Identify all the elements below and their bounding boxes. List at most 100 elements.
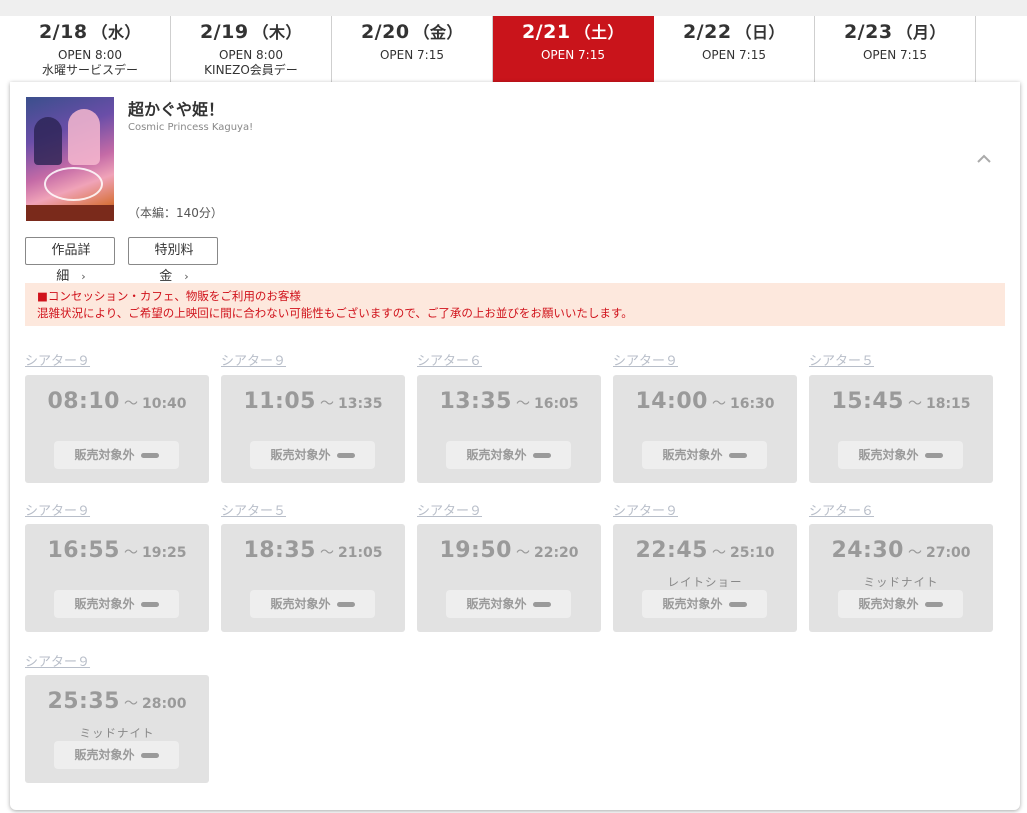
theater-link[interactable]: シアター９ <box>417 500 482 519</box>
date-tab-open: OPEN 8:00 <box>218 48 283 62</box>
sale-status-label: 販売対象外 <box>74 748 135 762</box>
tilde: ～ <box>907 545 922 561</box>
date-tab-6[interactable]: 2 KI <box>976 16 1027 82</box>
start-time: 11:05 <box>243 389 316 414</box>
date-tab-special: KI <box>976 48 1027 63</box>
date-tab-0[interactable]: 2/18 （水） OPEN 8:00 水曜サービスデー <box>10 16 171 82</box>
theater-link[interactable]: シアター５ <box>221 500 286 519</box>
showtime-tag: レイトショー <box>667 575 743 589</box>
date-tab-special: 水曜サービスデー <box>41 63 138 77</box>
showtime-tag: ミッドナイト <box>79 726 155 740</box>
date-tab-date: 2/19 <box>199 21 249 43</box>
theater-link[interactable]: シアター９ <box>221 350 286 369</box>
theater-link[interactable]: シアター９ <box>25 350 90 369</box>
minus-icon <box>140 753 159 758</box>
theater-link[interactable]: シアター９ <box>613 350 678 369</box>
poster-ring <box>44 167 103 201</box>
date-tab-open: OPEN 8:00 <box>57 48 122 62</box>
notice-line-2: 混雑状況により、ご希望の上映回に間に合わない可能性もございますので、ご了承の上お… <box>37 306 633 320</box>
showtime-slot[interactable]: 14:00 ～ 16:30 販売対象外 <box>613 375 797 483</box>
sale-status: 販売対象外 <box>54 590 179 618</box>
minus-icon <box>924 453 943 458</box>
sale-status-label: 販売対象外 <box>74 597 135 611</box>
start-time: 25:35 <box>47 689 120 714</box>
showtime-tag: ミッドナイト <box>863 575 939 589</box>
minus-icon <box>728 453 747 458</box>
showtime-slot[interactable]: 24:30 ～ 27:00 ミッドナイト 販売対象外 <box>809 524 993 632</box>
movie-poster[interactable] <box>26 97 114 221</box>
movie-runtime: （本編：140分） <box>128 206 223 220</box>
sale-status-label: 販売対象外 <box>270 597 331 611</box>
showtime-slot[interactable]: 08:10 ～ 10:40 販売対象外 <box>25 375 209 483</box>
minus-icon <box>336 453 355 458</box>
showtime-slot[interactable]: 19:50 ～ 22:20 販売対象外 <box>417 524 601 632</box>
theater-link[interactable]: シアター９ <box>25 651 90 670</box>
minus-icon <box>924 602 943 607</box>
end-time: 22:20 <box>533 545 579 561</box>
start-time: 08:10 <box>47 389 120 414</box>
date-tab-date: 2/21 <box>521 21 571 43</box>
sale-status: 販売対象外 <box>446 590 571 618</box>
tilde: ～ <box>319 545 334 561</box>
start-time: 19:50 <box>439 538 512 563</box>
theater-link[interactable]: シアター６ <box>809 500 874 519</box>
chevron-right-icon: › <box>81 270 86 283</box>
concession-notice: ■コンセッション・カフェ、物販をご利用のお客様 混雑状況により、ご希望の上映回に… <box>25 283 1005 326</box>
start-time: 24:30 <box>831 538 904 563</box>
date-tab-date: 2/18 <box>38 21 88 43</box>
date-tab-1[interactable]: 2/19 （木） OPEN 8:00 KINEZO会員デー <box>171 16 332 82</box>
showtime-slot[interactable]: 16:55 ～ 19:25 販売対象外 <box>25 524 209 632</box>
sale-status: 販売対象外 <box>838 441 963 469</box>
notice-line-1: ■コンセッション・カフェ、物販をご利用のお客様 <box>37 289 301 303</box>
showtime-slot[interactable]: 11:05 ～ 13:35 販売対象外 <box>221 375 405 483</box>
chevron-right-icon: › <box>184 270 189 283</box>
date-tab-4[interactable]: 2/22 （日） OPEN 7:15 <box>654 16 815 82</box>
showtime-slot[interactable]: 13:35 ～ 16:05 販売対象外 <box>417 375 601 483</box>
tilde: ～ <box>515 545 530 561</box>
sale-status-label: 販売対象外 <box>662 448 723 462</box>
date-tab-2[interactable]: 2/20 （金） OPEN 7:15 <box>332 16 493 82</box>
showtime-slot[interactable]: 25:35 ～ 28:00 ミッドナイト 販売対象外 <box>25 675 209 783</box>
theater-link[interactable]: シアター９ <box>25 500 90 519</box>
movie-detail-button[interactable]: 作品詳細 › <box>25 237 115 284</box>
theater-link[interactable]: シアター６ <box>417 350 482 369</box>
sale-status-label: 販売対象外 <box>74 448 135 462</box>
minus-icon <box>532 602 551 607</box>
minus-icon <box>336 602 355 607</box>
poster-figure <box>34 117 62 165</box>
theater-link[interactable]: シアター９ <box>613 500 678 519</box>
start-time: 22:45 <box>635 538 708 563</box>
date-tab-dow: （日） <box>735 23 786 42</box>
showtime-slot[interactable]: 22:45 ～ 25:10 レイトショー 販売対象外 <box>613 524 797 632</box>
sale-status-label: 販売対象外 <box>466 597 527 611</box>
date-tab-date: 2/23 <box>843 21 893 43</box>
sale-status: 販売対象外 <box>446 441 571 469</box>
tilde: ～ <box>711 545 726 561</box>
theater-link[interactable]: シアター５ <box>809 350 874 369</box>
showtime-slot[interactable]: 15:45 ～ 18:15 販売対象外 <box>809 375 993 483</box>
end-time: 16:30 <box>729 396 775 412</box>
showtime-slot[interactable]: 18:35 ～ 21:05 販売対象外 <box>221 524 405 632</box>
special-fee-button[interactable]: 特別料金 › <box>128 237 218 284</box>
date-tab-dow: （金） <box>413 23 464 42</box>
date-tab-dow: （木） <box>252 23 303 42</box>
sale-status-label: 販売対象外 <box>270 448 331 462</box>
tilde: ～ <box>515 396 530 412</box>
sale-status: 販売対象外 <box>250 590 375 618</box>
date-tab-special: KINEZO会員デー <box>204 63 298 77</box>
end-time: 16:05 <box>533 396 579 412</box>
sale-status: 販売対象外 <box>54 741 179 769</box>
chevron-up-icon[interactable] <box>976 152 992 164</box>
date-tab-3-selected[interactable]: 2/21 （土） OPEN 7:15 <box>493 16 654 82</box>
movie-panel: 超かぐや姫！ Cosmic Princess Kaguya! （本編：140分）… <box>10 82 1020 810</box>
sale-status-label: 販売対象外 <box>858 597 919 611</box>
end-time: 28:00 <box>141 696 187 712</box>
minus-icon <box>140 602 159 607</box>
date-tab-5[interactable]: 2/23 （月） OPEN 7:15 <box>815 16 976 82</box>
start-time: 18:35 <box>243 538 316 563</box>
date-tab-dow: （月） <box>896 23 947 42</box>
end-time: 27:00 <box>925 545 971 561</box>
sale-status: 販売対象外 <box>54 441 179 469</box>
sale-status: 販売対象外 <box>838 590 963 618</box>
movie-subtitle: Cosmic Princess Kaguya! <box>128 122 254 133</box>
